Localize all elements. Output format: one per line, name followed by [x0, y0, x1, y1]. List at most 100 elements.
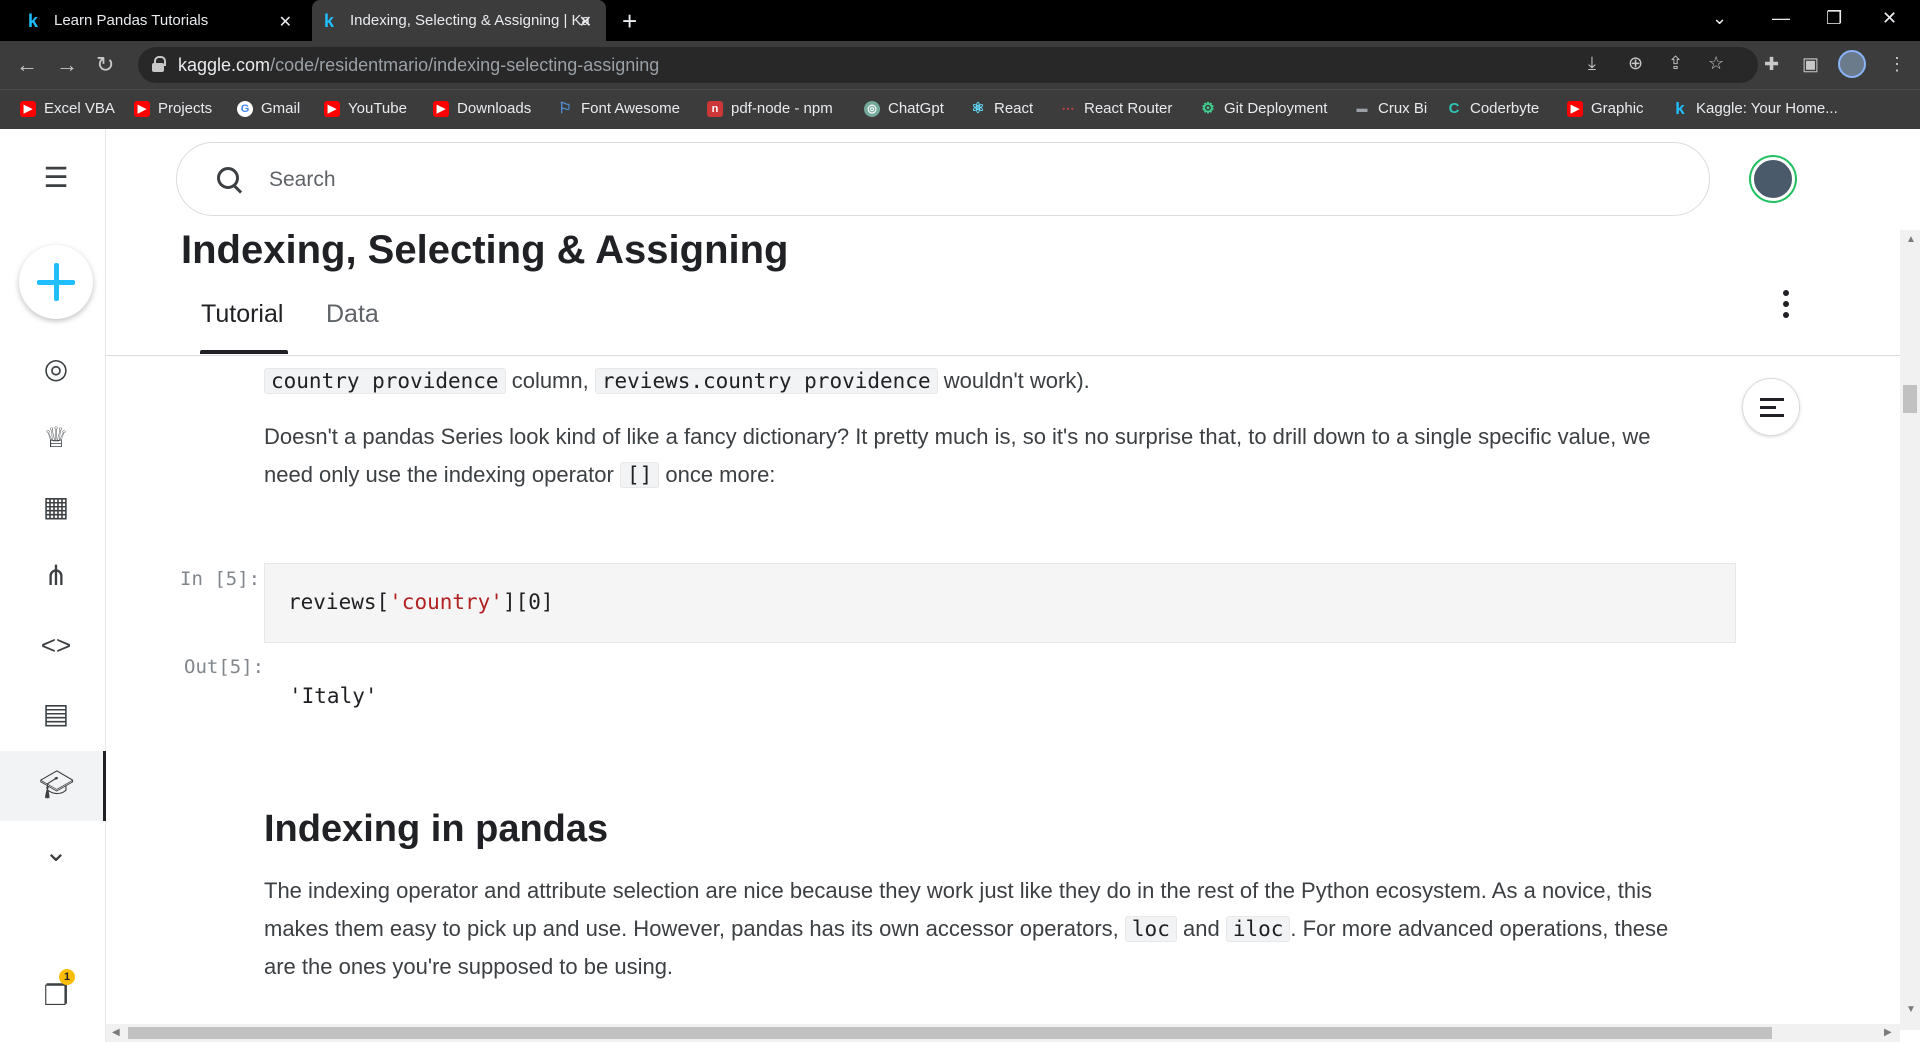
install-icon[interactable]: ⤓: [1588, 53, 1596, 74]
bookmark-chatgpt[interactable]: ◎ ChatGpt: [864, 100, 944, 117]
scroll-left-arrow[interactable]: ◀: [112, 1027, 120, 1038]
forward-icon[interactable]: →: [56, 52, 78, 78]
scroll-up-arrow[interactable]: ▲: [1906, 234, 1916, 245]
scroll-right-arrow[interactable]: ▶: [1884, 1027, 1892, 1038]
kaggle-icon: k: [1675, 98, 1685, 118]
trophy-icon[interactable]: ♕: [39, 421, 73, 455]
side-panel-icon[interactable]: ▣: [1802, 54, 1819, 75]
close-icon[interactable]: ✕: [579, 12, 592, 32]
output-prompt: Out[5]:: [184, 656, 265, 678]
more-options-icon[interactable]: [1780, 290, 1792, 318]
comments-icon[interactable]: ▤: [39, 697, 73, 731]
search-bar[interactable]: [176, 142, 1710, 216]
hamburger-menu-icon[interactable]: ☰: [39, 161, 73, 195]
bookmark-crux-bi[interactable]: ▬ Crux Bi: [1354, 100, 1428, 117]
horizontal-scroll-thumb[interactable]: [128, 1027, 1772, 1039]
youtube-icon: ▶: [433, 100, 449, 117]
kaggle-sidebar: ☰ ◎ ♕ ▦ ⋔ <> ▤ 🎓︎ ⌄ ❐ 1: [0, 129, 106, 1042]
vertical-scroll-thumb[interactable]: [1903, 385, 1917, 413]
restore-icon[interactable]: ❐: [1826, 8, 1842, 29]
code-icon[interactable]: <>: [39, 628, 73, 662]
inline-code: country providence: [264, 368, 506, 394]
bookmark-coderbyte[interactable]: C Coderbyte: [1446, 99, 1540, 117]
page-title: Indexing, Selecting & Assigning: [181, 228, 789, 272]
bookmark-projects[interactable]: ▶ Projects: [134, 100, 212, 117]
browser-toolbar: ← → ↻ kaggle.com/code/residentmario/inde…: [0, 41, 1920, 89]
flag-icon: ⚐: [558, 99, 572, 117]
inline-code: reviews.country providence: [594, 368, 938, 394]
profile-avatar[interactable]: [1838, 50, 1866, 78]
zoom-icon[interactable]: ⊕: [1628, 53, 1643, 74]
bookmarks-bar: ▶ Excel VBA ▶ Projects G Gmail ▶ YouTube ▶ Do…: [0, 89, 1920, 129]
graduation-cap-icon: 🎓︎: [39, 769, 75, 800]
toc-icon: [1760, 398, 1784, 401]
tab-data[interactable]: Data: [326, 300, 379, 329]
youtube-icon: ▶: [1567, 100, 1583, 117]
scroll-down-arrow[interactable]: ▼: [1906, 1004, 1916, 1015]
browser-tab-strip: k Learn Pandas Tutorials ✕ k Indexing, S…: [0, 0, 1920, 41]
browser-tab-indexing[interactable]: k Indexing, Selecting & Assigning | Kagg…: [312, 0, 606, 41]
user-avatar[interactable]: [1751, 157, 1795, 201]
tab-title: Learn Pandas Tutorials: [54, 12, 209, 29]
active-tab-indicator: [200, 350, 288, 354]
bookmark-youtube[interactable]: ▶ YouTube: [324, 100, 407, 117]
kaggle-icon: k: [28, 10, 39, 31]
bookmark-gmail[interactable]: G Gmail: [237, 100, 300, 117]
minimize-icon[interactable]: —: [1772, 8, 1790, 29]
notebook-tabs: Tutorial Data: [0, 290, 1920, 356]
react-icon: ⚛: [971, 99, 985, 117]
close-icon[interactable]: ✕: [279, 12, 292, 32]
react-router-icon: ⋯: [1061, 100, 1075, 116]
inline-code: loc: [1124, 916, 1177, 942]
table-of-contents-button[interactable]: [1742, 378, 1800, 436]
extensions-icon[interactable]: ✚: [1764, 54, 1779, 75]
paragraph: The indexing operator and attribute sele…: [264, 878, 1669, 979]
coderbyte-icon: C: [1448, 99, 1460, 117]
youtube-icon: ▶: [20, 100, 36, 117]
new-tab-icon[interactable]: +: [622, 6, 637, 37]
reload-icon[interactable]: ↻: [96, 52, 114, 78]
cell-output: 'Italy': [289, 684, 378, 708]
share-icon[interactable]: ⇪: [1668, 53, 1683, 74]
models-icon[interactable]: ⋔: [39, 559, 73, 593]
chevron-down-icon[interactable]: ⌄: [39, 835, 73, 869]
notebook-content: country providence column, reviews.count…: [264, 360, 1704, 494]
bookmark-graphic[interactable]: ▶ Graphic: [1567, 100, 1644, 117]
bookmark-excel-vba[interactable]: ▶ Excel VBA: [20, 100, 115, 117]
crux-icon: ▬: [1356, 102, 1368, 115]
paragraph: country providence column, reviews.count…: [264, 362, 1704, 400]
code-cell[interactable]: reviews['country'][0]: [264, 563, 1736, 643]
youtube-icon: ▶: [324, 100, 340, 117]
address-bar[interactable]: kaggle.com/code/residentmario/indexing-s…: [138, 47, 1758, 83]
bookmark-pdf-node[interactable]: n pdf-node - npm: [707, 100, 833, 117]
table-icon[interactable]: ▦: [39, 490, 73, 524]
browser-tab-learn-pandas[interactable]: k Learn Pandas Tutorials ✕: [16, 0, 306, 41]
vertical-scrollbar[interactable]: [1900, 230, 1920, 1030]
bookmark-react-router[interactable]: ⋯ React Router: [1060, 100, 1173, 117]
youtube-icon: ▶: [134, 100, 150, 117]
gear-icon: ⚙: [1201, 99, 1215, 117]
notebook-content: The indexing operator and attribute sele…: [264, 872, 1704, 986]
sidebar-item-learn[interactable]: 🎓︎: [0, 751, 106, 821]
bookmark-star-icon[interactable]: ☆: [1708, 53, 1724, 74]
tab-tutorial[interactable]: Tutorial: [201, 300, 283, 329]
inline-code: iloc: [1225, 916, 1291, 942]
back-icon[interactable]: ←: [16, 52, 38, 78]
compass-icon[interactable]: ◎: [39, 352, 73, 386]
kaggle-icon: k: [324, 10, 335, 31]
search-input[interactable]: [269, 165, 1669, 195]
google-icon: G: [237, 100, 253, 117]
bookmark-react[interactable]: ⚛ React: [970, 100, 1033, 117]
lock-icon: [152, 56, 166, 72]
bookmark-font-awesome[interactable]: ⚐ Font Awesome: [557, 100, 680, 117]
notification-badge: 1: [59, 969, 75, 985]
tab-search-icon[interactable]: ⌄: [1712, 8, 1727, 29]
inline-code: []: [619, 462, 660, 488]
bookmark-git-deployment[interactable]: ⚙ Git Deployment: [1200, 100, 1327, 117]
menu-icon[interactable]: ⋮: [1888, 54, 1906, 75]
bookmark-downloads[interactable]: ▶ Downloads: [433, 100, 531, 117]
chatgpt-icon: ◎: [864, 100, 880, 117]
input-prompt: In [5]:: [180, 568, 261, 590]
bookmark-kaggle[interactable]: k Kaggle: Your Home...: [1672, 98, 1838, 118]
close-window-icon[interactable]: ✕: [1882, 8, 1897, 29]
